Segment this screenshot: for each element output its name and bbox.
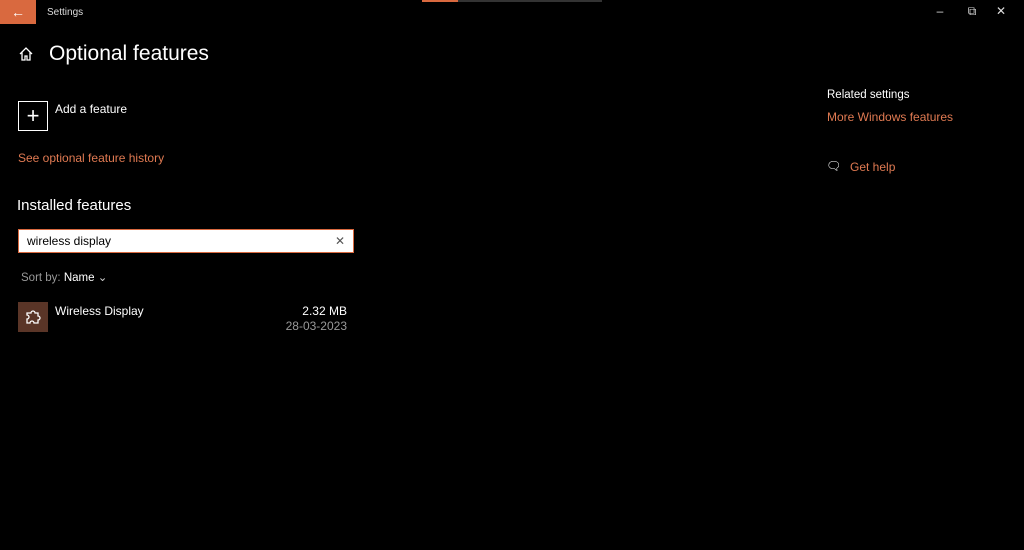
installed-features-heading: Installed features xyxy=(17,197,132,214)
page-title: Optional features xyxy=(49,42,209,65)
feature-size: 2.32 MB xyxy=(302,304,347,318)
add-feature-label[interactable]: Add a feature xyxy=(55,102,127,116)
home-icon[interactable] xyxy=(17,45,35,63)
close-button[interactable]: ✕ xyxy=(991,4,1011,20)
window-title: Settings xyxy=(47,7,84,18)
related-settings-heading: Related settings xyxy=(827,89,910,101)
sort-label: Sort by: xyxy=(21,272,61,284)
progress-fill xyxy=(422,0,458,2)
get-help-link[interactable]: Get help xyxy=(850,160,895,174)
restore-button[interactable]: ⧉ xyxy=(962,4,982,20)
back-button[interactable]: ← xyxy=(0,0,36,24)
search-input[interactable] xyxy=(27,234,307,248)
feature-history-link[interactable]: See optional feature history xyxy=(18,151,164,165)
more-windows-features-link[interactable]: More Windows features xyxy=(827,110,953,124)
loading-progress-bar xyxy=(422,0,602,2)
feature-name[interactable]: Wireless Display xyxy=(55,304,144,318)
chevron-down-icon: ⌄ xyxy=(97,272,108,284)
add-feature-button[interactable]: + xyxy=(18,101,48,131)
help-chat-icon: 🗨 xyxy=(826,159,842,173)
arrow-left-icon: ← xyxy=(11,4,25,20)
sort-dropdown[interactable]: Sort by: Name ⌄ xyxy=(21,270,107,284)
sort-value: Name xyxy=(63,272,95,284)
minimize-button[interactable]: – xyxy=(930,4,950,20)
puzzle-piece-icon xyxy=(18,302,48,332)
plus-icon: + xyxy=(26,103,40,128)
feature-date: 28-03-2023 xyxy=(285,319,347,333)
search-box[interactable]: ✕ xyxy=(18,229,354,253)
clear-icon[interactable]: ✕ xyxy=(335,234,345,248)
